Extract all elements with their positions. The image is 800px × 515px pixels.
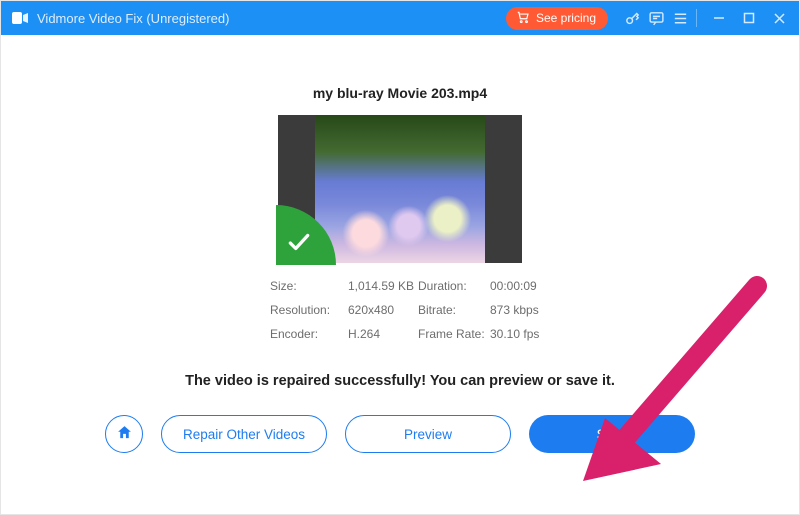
- success-badge: [276, 199, 342, 265]
- status-message: The video is repaired successfully! You …: [185, 373, 615, 389]
- app-title: Vidmore Video Fix (Unregistered): [37, 11, 229, 26]
- key-icon[interactable]: [620, 6, 644, 30]
- repair-other-label: Repair Other Videos: [183, 427, 305, 442]
- framerate-label: Frame Rate:: [416, 327, 490, 341]
- size-label: Size:: [270, 279, 348, 293]
- minimize-button[interactable]: [705, 4, 733, 32]
- close-button[interactable]: [765, 4, 793, 32]
- resolution-value: 620x480: [348, 303, 416, 317]
- encoder-label: Encoder:: [270, 327, 348, 341]
- home-icon: [116, 424, 133, 444]
- titlebar: Vidmore Video Fix (Unregistered) See pri…: [1, 1, 799, 35]
- bitrate-value: 873 kbps: [490, 303, 550, 317]
- save-button[interactable]: Save: [529, 415, 695, 453]
- button-row: Repair Other Videos Preview Save: [105, 415, 695, 453]
- duration-value: 00:00:09: [490, 279, 550, 293]
- save-label: Save: [597, 427, 628, 442]
- preview-label: Preview: [404, 427, 452, 442]
- divider: [696, 9, 697, 27]
- framerate-value: 30.10 fps: [490, 327, 550, 341]
- home-button[interactable]: [105, 415, 143, 453]
- app-logo-icon: [11, 9, 29, 27]
- feedback-icon[interactable]: [644, 6, 668, 30]
- resolution-label: Resolution:: [270, 303, 348, 317]
- preview-button[interactable]: Preview: [345, 415, 511, 453]
- app-window: Vidmore Video Fix (Unregistered) See pri…: [0, 0, 800, 515]
- maximize-button[interactable]: [735, 4, 763, 32]
- see-pricing-label: See pricing: [536, 11, 596, 25]
- size-value: 1,014.59 KB: [348, 279, 416, 293]
- metadata-grid: Size: 1,014.59 KB Duration: 00:00:09 Res…: [270, 279, 530, 341]
- content-area: my blu-ray Movie 203.mp4 Size: 1,014.59 …: [1, 35, 799, 514]
- file-name: my blu-ray Movie 203.mp4: [313, 85, 487, 101]
- repair-other-button[interactable]: Repair Other Videos: [161, 415, 327, 453]
- cart-icon: [516, 10, 530, 27]
- see-pricing-button[interactable]: See pricing: [506, 7, 608, 30]
- duration-label: Duration:: [416, 279, 490, 293]
- video-thumbnail: [278, 115, 522, 263]
- bitrate-label: Bitrate:: [416, 303, 490, 317]
- encoder-value: H.264: [348, 327, 416, 341]
- menu-icon[interactable]: [668, 6, 692, 30]
